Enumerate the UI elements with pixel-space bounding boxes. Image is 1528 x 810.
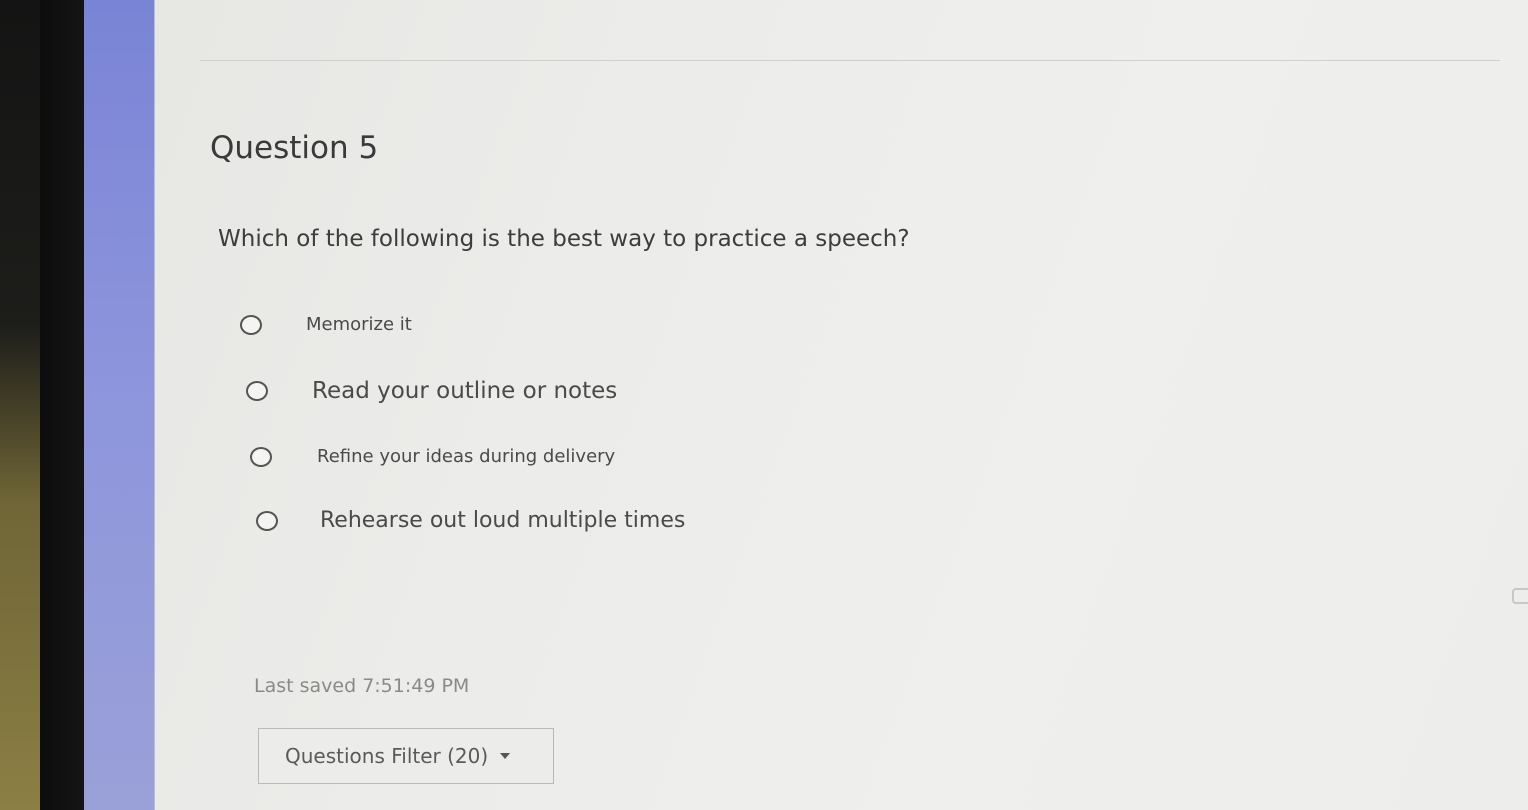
- quiz-screen: Question 5 Which of the following is the…: [84, 0, 1528, 810]
- last-saved-status: Last saved 7:51:49 PM: [254, 675, 470, 697]
- answer-label[interactable]: Rehearse out loud multiple times: [320, 508, 685, 533]
- radio-button[interactable]: [246, 381, 268, 401]
- answer-option-2[interactable]: Read your outline or notes: [246, 378, 617, 404]
- answer-label[interactable]: Read your outline or notes: [312, 378, 617, 404]
- question-panel: Question 5 Which of the following is the…: [154, 0, 1528, 810]
- answer-option-1[interactable]: Memorize it: [240, 314, 412, 335]
- caret-down-icon: [500, 753, 511, 759]
- answer-option-3[interactable]: Refine your ideas during delivery: [250, 446, 615, 467]
- radio-button[interactable]: [240, 314, 262, 335]
- question-title: Question 5: [210, 130, 379, 166]
- partial-icon: [1512, 588, 1528, 604]
- radio-button[interactable]: [256, 510, 278, 531]
- filter-label: Questions Filter (20): [285, 744, 489, 768]
- sidebar-strip: [84, 0, 155, 810]
- radio-button[interactable]: [250, 446, 272, 467]
- question-prompt: Which of the following is the best way t…: [218, 226, 910, 252]
- divider: [200, 60, 1500, 61]
- answer-label[interactable]: Memorize it: [306, 314, 412, 335]
- questions-filter-button[interactable]: Questions Filter (20): [258, 728, 554, 784]
- answer-option-4[interactable]: Rehearse out loud multiple times: [256, 508, 685, 533]
- answer-label[interactable]: Refine your ideas during delivery: [317, 446, 615, 467]
